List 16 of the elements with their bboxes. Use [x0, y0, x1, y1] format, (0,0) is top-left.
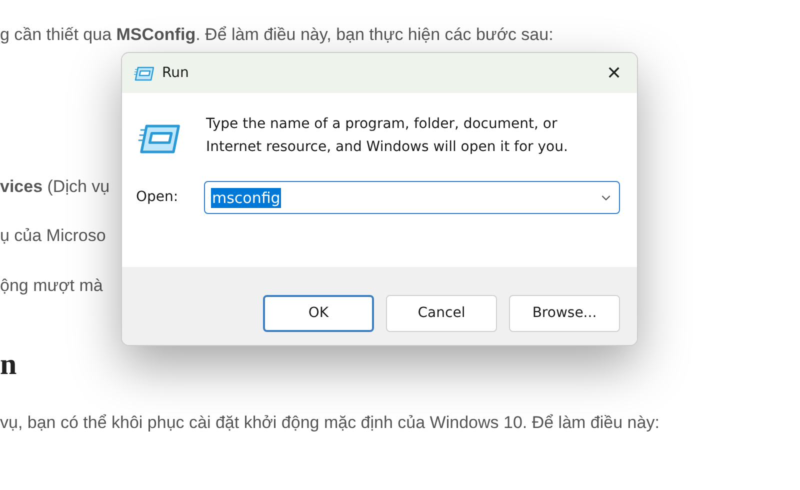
dialog-button[interactable]: Cancel	[386, 295, 497, 332]
open-label: Open:	[136, 188, 180, 207]
heading: n	[0, 350, 17, 380]
window-title: Run	[162, 64, 189, 82]
dialog-button[interactable]: Browse...	[509, 295, 620, 332]
paragraph: vụ, bạn có thể khôi phục cài đặt khởi động mặc định của Windows 10. Để làm điều này:	[0, 412, 660, 434]
close-button[interactable]: ✕	[591, 53, 637, 93]
paragraph-fragment: vices (Dịch vụ	[0, 176, 110, 198]
window-icon	[138, 123, 180, 154]
paragraph-fragment: ụ của Microso	[0, 225, 106, 247]
window-icon	[134, 66, 154, 80]
open-combobox[interactable]: msconfig	[204, 181, 620, 214]
dialog-message: Type the name of a program, folder, document, or Internet resource, and Windows will open it for you.	[206, 115, 569, 157]
dialog-button[interactable]: OK	[263, 295, 374, 332]
paragraph-fragment: ộng mượt mà	[0, 274, 103, 296]
paragraph: g cần thiết qua MSConfig. Để làm điều này, bạn thực hiện các bước sau:	[0, 24, 554, 46]
